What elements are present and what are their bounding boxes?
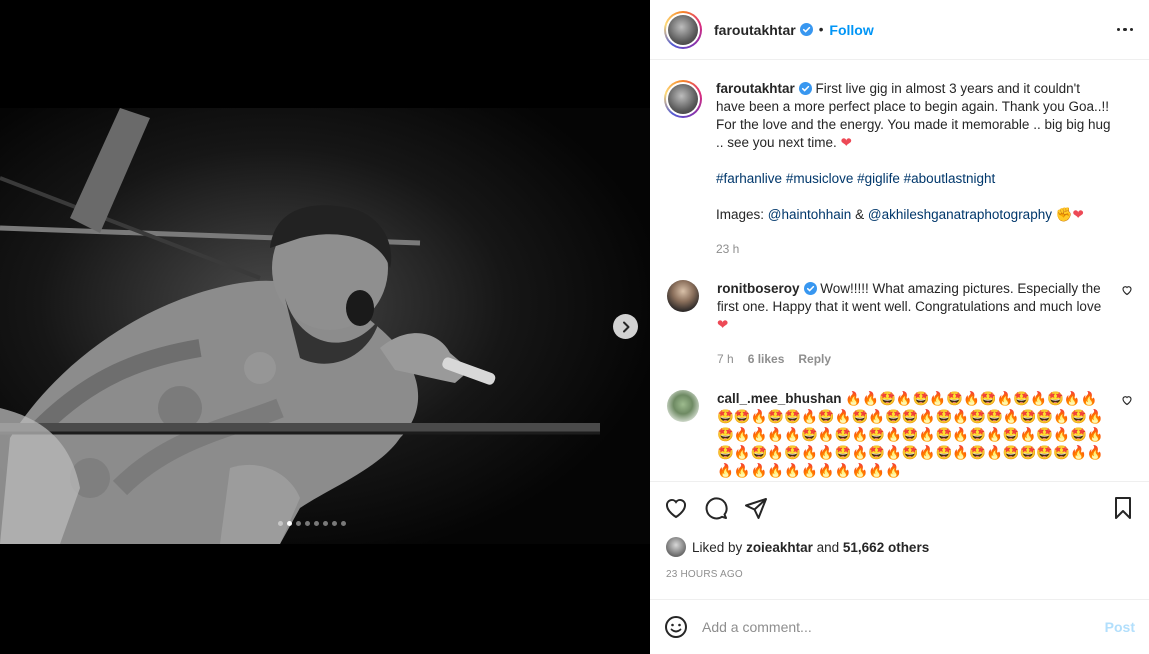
ampersand: &: [855, 207, 865, 222]
heart-emoji: ❤: [840, 135, 852, 151]
commenter-avatar[interactable]: [667, 390, 699, 422]
hashtag-link[interactable]: #giglife: [857, 171, 900, 186]
action-bar: [650, 481, 1149, 533]
liker-avatar[interactable]: [666, 537, 686, 557]
next-slide-button[interactable]: [613, 314, 638, 339]
author-username[interactable]: faroutakhtar: [714, 22, 796, 38]
verified-badge-icon: [798, 82, 812, 95]
comment-age[interactable]: 7 h: [717, 350, 734, 368]
carousel-dot: [332, 521, 337, 526]
comment-item: call_.mee_bhushan 🔥🔥🤩🔥🤩🔥🤩🔥🤩🔥🤩🔥🤩🔥🔥🤩🤩🔥🤩🤩🔥🤩…: [664, 390, 1133, 480]
post-comment-button[interactable]: Post: [1105, 619, 1135, 635]
comment-input[interactable]: [702, 619, 1105, 635]
verified-badge-icon: [803, 282, 817, 295]
carousel-dot: [341, 521, 346, 526]
comment-item: ronitboseroy Wow!!!!! What amazing pictu…: [664, 280, 1133, 368]
post-timestamp[interactable]: 23 HOURS AGO: [650, 557, 1149, 593]
carousel-dot: [287, 521, 292, 526]
emoji-picker-icon[interactable]: [664, 615, 688, 639]
images-label: Images:: [716, 207, 765, 222]
carousel-dot: [305, 521, 310, 526]
caption: faroutakhtar First live gig in almost 3 …: [664, 80, 1133, 258]
caption-username[interactable]: faroutakhtar: [716, 81, 795, 96]
carousel-indicator: [278, 521, 346, 526]
caption-avatar[interactable]: [664, 80, 702, 118]
likes-count[interactable]: 51,662 others: [843, 540, 929, 555]
heart-emoji: ❤: [1072, 207, 1084, 223]
follow-button[interactable]: Follow: [829, 22, 873, 38]
carousel-dot: [314, 521, 319, 526]
carousel-dot: [323, 521, 328, 526]
commenter-username[interactable]: call_.mee_bhushan: [717, 391, 842, 406]
bookmark-icon[interactable]: [1111, 496, 1135, 520]
post-modal: faroutakhtar • Follow faroutakhtar First…: [0, 0, 1149, 654]
chevron-right-icon: [622, 321, 629, 332]
hashtag-link[interactable]: #aboutlastnight: [904, 171, 996, 186]
caption-meta: 23 h: [716, 240, 1112, 258]
likes-summary: Liked by zoieakhtar and 51,662 others: [650, 533, 1149, 557]
carousel-dot: [296, 521, 301, 526]
like-comment-heart-icon[interactable]: [1121, 284, 1133, 296]
post-side-panel: faroutakhtar • Follow faroutakhtar First…: [650, 0, 1149, 654]
add-comment-bar: Post: [650, 599, 1149, 654]
header-separator: •: [818, 22, 824, 37]
comment-likes[interactable]: 6 likes: [748, 350, 785, 368]
caption-credits: Images: @haintohhain & @akhileshganatrap…: [716, 206, 1112, 224]
post-header: faroutakhtar • Follow: [650, 0, 1149, 60]
carousel-dot: [278, 521, 283, 526]
author-avatar[interactable]: [664, 10, 702, 49]
heart-emoji: ❤: [717, 317, 729, 333]
more-options-icon[interactable]: [1116, 22, 1133, 38]
reply-button[interactable]: Reply: [798, 350, 831, 368]
liker-username[interactable]: zoieakhtar: [746, 540, 813, 555]
verified-badge-icon: [799, 23, 813, 36]
mention-link[interactable]: @akhileshganatraphotography: [868, 207, 1052, 222]
hashtag-link[interactable]: #farhanlive: [716, 171, 782, 186]
caption-hashtags: #farhanlive #musiclove #giglife #aboutla…: [716, 170, 1112, 188]
comment-meta: 7 h 6 likes Reply: [717, 350, 1109, 368]
likes-and-label: and: [816, 539, 840, 555]
liked-by-label: Liked by: [692, 539, 743, 555]
comments-list[interactable]: faroutakhtar First live gig in almost 3 …: [650, 60, 1149, 481]
commenter-username[interactable]: ronitboseroy: [717, 281, 800, 296]
commenter-avatar[interactable]: [667, 280, 699, 312]
concert-photo-illustration: [0, 108, 650, 544]
post-photo[interactable]: [0, 108, 650, 544]
comment-icon[interactable]: [704, 496, 728, 520]
media-panel: [0, 0, 650, 654]
share-icon[interactable]: [744, 496, 768, 520]
fist-emoji: ✊: [1055, 207, 1073, 223]
like-heart-icon[interactable]: [664, 496, 688, 520]
like-comment-heart-icon[interactable]: [1121, 394, 1133, 406]
caption-age[interactable]: 23 h: [716, 240, 739, 258]
hashtag-link[interactable]: #musiclove: [786, 171, 854, 186]
mention-link[interactable]: @haintohhain: [768, 207, 852, 222]
